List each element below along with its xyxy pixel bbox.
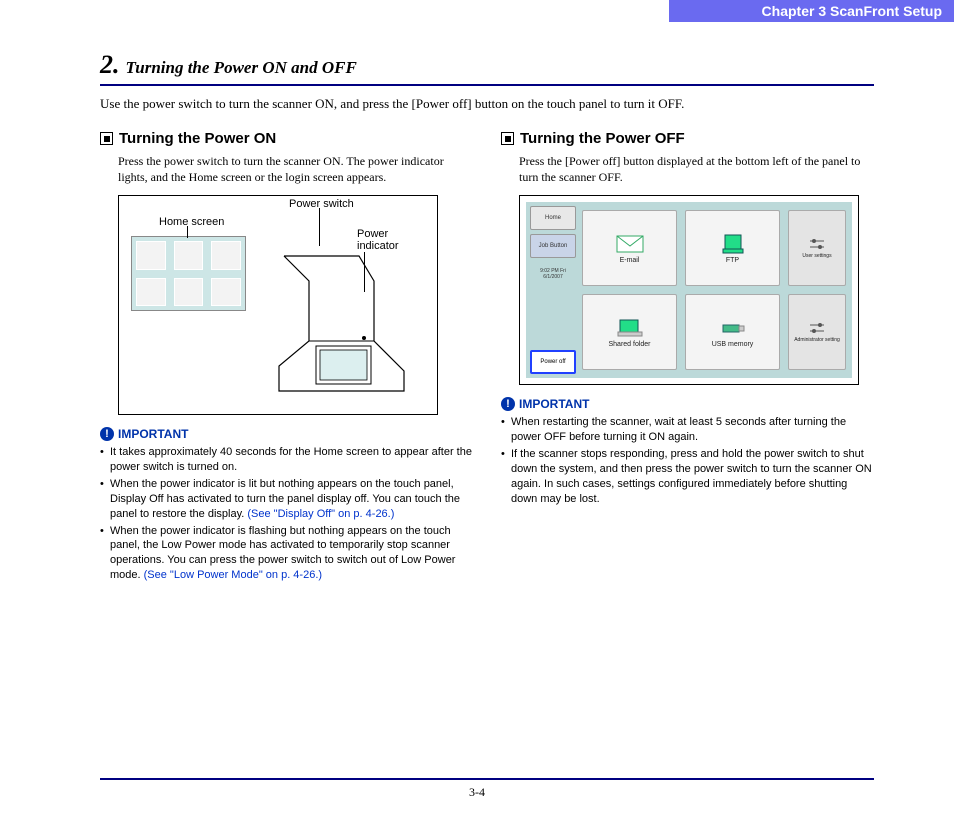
tile-shared-folder[interactable]: Shared folder — [582, 294, 677, 370]
important-callout: ! IMPORTANT — [100, 427, 473, 441]
usb-icon — [719, 317, 747, 339]
note-item: If the scanner stops responding, press a… — [501, 447, 874, 506]
sliders-icon — [808, 237, 826, 251]
section-number: 2. — [100, 50, 120, 80]
sidebar-poweroff-button[interactable]: Power off — [530, 350, 576, 374]
label-home-screen: Home screen — [159, 216, 224, 228]
label-power-switch: Power switch — [289, 198, 354, 210]
sliders-icon — [808, 321, 826, 335]
touchpanel-sidebar: Home Job Button 9:02 PM Fri 6/1/2007 Pow… — [530, 206, 576, 374]
cross-ref-link[interactable]: (See "Display Off" on p. 4-26.) — [247, 508, 394, 520]
figure-power-on: Home screen Power switch Power indicator — [118, 195, 438, 415]
tile-ftp[interactable]: FTP — [685, 210, 780, 286]
subheading-text: Turning the Power OFF — [520, 130, 685, 147]
chapter-header: Chapter 3 ScanFront Setup — [669, 0, 954, 22]
mail-icon — [616, 233, 644, 255]
touchpanel-grid: E-mail FTP User settings Shared fol — [582, 210, 846, 370]
section-title: 2. Turning the Power ON and OFF — [100, 50, 874, 86]
tile-label: User settings — [802, 253, 831, 259]
intro-text: Use the power switch to turn the scanner… — [100, 96, 874, 112]
tile-label: Administrator setting — [794, 337, 840, 343]
note-item: When restarting the scanner, wait at lea… — [501, 415, 874, 445]
tile-label: Shared folder — [608, 341, 650, 348]
pc-icon — [616, 317, 644, 339]
sidebar-job-button[interactable]: Job Button — [530, 234, 576, 258]
sidebar-home-button[interactable]: Home — [530, 206, 576, 230]
leader-line — [187, 226, 188, 238]
page-number: 3-4 — [0, 785, 954, 800]
tile-usb[interactable]: USB memory — [685, 294, 780, 370]
important-icon: ! — [501, 397, 515, 411]
bullet-box-icon — [501, 132, 514, 145]
tile-label: FTP — [726, 257, 739, 264]
note-item: It takes approximately 40 seconds for th… — [100, 445, 473, 475]
tile-label: E-mail — [620, 257, 640, 264]
scanner-drawing — [264, 246, 424, 406]
mini-home-screen — [131, 236, 246, 311]
sidebar-datetime: 9:02 PM Fri 6/1/2007 — [530, 262, 576, 286]
bullet-box-icon — [100, 132, 113, 145]
important-callout: ! IMPORTANT — [501, 397, 874, 411]
power-on-body: Press the power switch to turn the scann… — [100, 153, 473, 185]
important-label: IMPORTANT — [519, 397, 589, 411]
subheading-power-off: Turning the Power OFF — [501, 130, 874, 147]
power-on-notes: It takes approximately 40 seconds for th… — [100, 445, 473, 583]
tile-user-settings[interactable]: User settings — [788, 210, 846, 286]
figure-power-off: Home Job Button 9:02 PM Fri 6/1/2007 Pow… — [519, 195, 859, 385]
column-power-off: Turning the Power OFF Press the [Power o… — [501, 130, 874, 585]
note-item: When the power indicator is lit but noth… — [100, 477, 473, 522]
power-off-body: Press the [Power off] button displayed a… — [501, 153, 874, 185]
column-power-on: Turning the Power ON Press the power swi… — [100, 130, 473, 585]
tile-admin-settings[interactable]: Administrator setting — [788, 294, 846, 370]
leader-line — [319, 208, 320, 246]
page-content: 2. Turning the Power ON and OFF Use the … — [100, 50, 874, 768]
important-label: IMPORTANT — [118, 427, 188, 441]
note-item: When the power indicator is flashing but… — [100, 524, 473, 583]
tile-label: USB memory — [712, 341, 754, 348]
power-off-notes: When restarting the scanner, wait at lea… — [501, 415, 874, 506]
subheading-power-on: Turning the Power ON — [100, 130, 473, 147]
subheading-text: Turning the Power ON — [119, 130, 276, 147]
section-heading: Turning the Power ON and OFF — [126, 58, 357, 78]
tile-email[interactable]: E-mail — [582, 210, 677, 286]
important-icon: ! — [100, 427, 114, 441]
cross-ref-link[interactable]: (See "Low Power Mode" on p. 4-26.) — [144, 569, 322, 581]
server-icon — [719, 233, 747, 255]
footer-rule — [100, 778, 874, 780]
